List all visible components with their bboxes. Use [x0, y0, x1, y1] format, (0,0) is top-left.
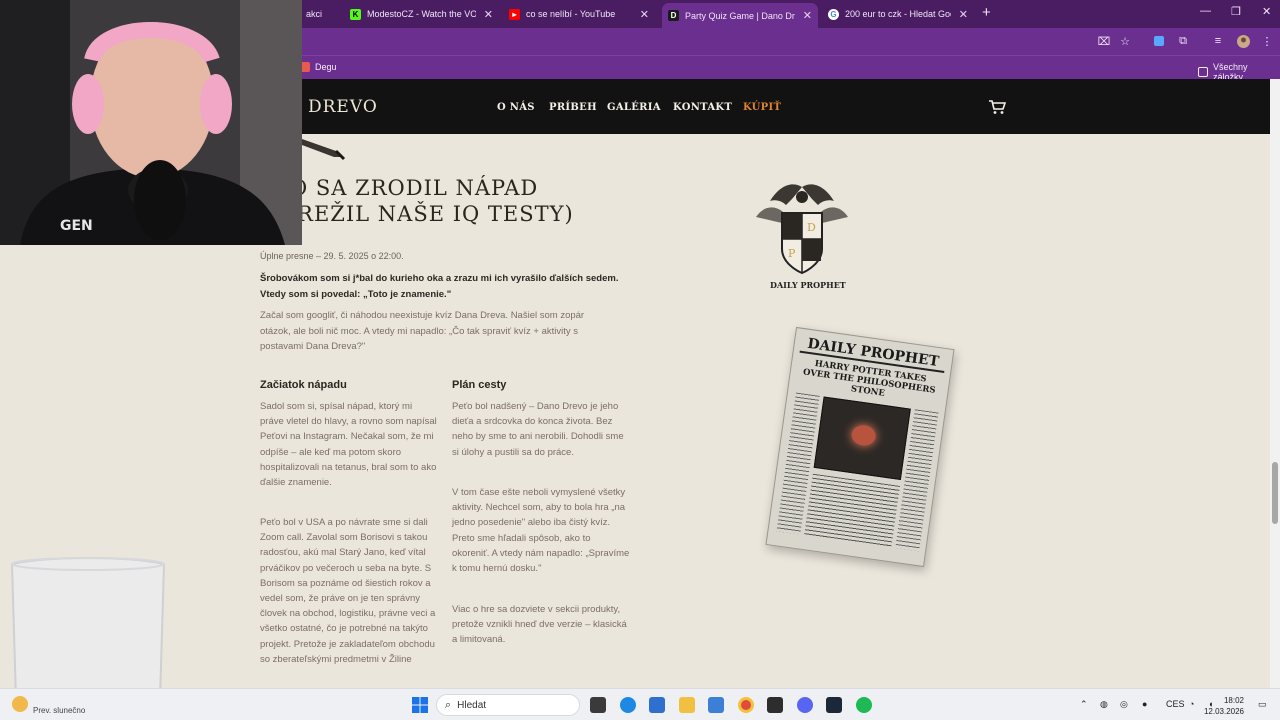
close-window-button[interactable]: ✕: [1262, 5, 1271, 18]
column-paragraph: Peťo bol v USA a po návrate sme si dali …: [260, 517, 436, 665]
tab-title: Party Quiz Game | Dano Drevo: [685, 10, 795, 21]
weather-sun-icon[interactable]: [12, 696, 28, 712]
steam-icon[interactable]: [826, 697, 842, 713]
column-paragraph: V tom čase ešte neboli vymyslené všetky …: [452, 487, 630, 575]
discord-icon[interactable]: [797, 697, 813, 713]
column-heading-zaciatok: Začiatok nápadu: [260, 379, 347, 391]
weather-text[interactable]: Prev. slunečno: [33, 706, 85, 715]
shirt-text: GEN: [60, 218, 93, 234]
close-icon[interactable]: ✕: [959, 8, 968, 21]
bookmark-star-icon[interactable]: ☆: [1118, 34, 1132, 48]
column-paragraph: Sadol som si, spísal nápad, ktorý mi prá…: [260, 401, 437, 489]
column-heading-plan: Plán cesty: [452, 379, 507, 391]
section-heading: O SA ZRODIL NÁPAD PREŽIL NAŠE IQ TESTY): [282, 175, 574, 227]
search-icon: ⌕: [445, 698, 452, 711]
photo-glow: [850, 423, 877, 447]
taskbar-search[interactable]: ⌕ Hledat: [436, 694, 580, 716]
extensions-puzzle-icon[interactable]: ⧉: [1176, 34, 1190, 48]
tab-title: co se nelíbí - YouTube: [526, 9, 616, 19]
bookmark-item[interactable]: Degu: [300, 62, 337, 72]
newspaper-photo: [813, 396, 911, 481]
daily-prophet-newspaper-image: DAILY PROPHET HARRY POTTER TAKES OVER TH…: [762, 326, 962, 568]
spotify-icon[interactable]: [856, 697, 872, 713]
nav-link-kupit[interactable]: KÚPIŤ: [743, 102, 781, 113]
site-icon: D: [668, 10, 679, 21]
microphone-icon[interactable]: ●: [1142, 699, 1147, 709]
page-scrollbar[interactable]: [1270, 79, 1280, 688]
newspaper-text-column: [804, 473, 900, 548]
folder-icon: [1198, 67, 1208, 77]
nav-link-o-nas[interactable]: O NÁS: [497, 102, 535, 113]
task-view-icon[interactable]: [590, 697, 606, 713]
story-intro: Začal som googliť, či náhodou neexistuje…: [260, 310, 585, 352]
close-icon[interactable]: ✕: [484, 8, 493, 21]
close-icon[interactable]: ✕: [803, 9, 812, 22]
wifi-icon[interactable]: ◔: [1189, 699, 1194, 709]
windows-taskbar: Prev. slunečno ⌕ Hledat ⌃ ◍ ◎ ● CES ◔ ◖ …: [0, 688, 1280, 720]
browser-tab[interactable]: G 200 eur to czk - Hledat Googlem ✕: [822, 3, 974, 25]
browser-tab[interactable]: akci: [300, 3, 336, 25]
crest-caption: DAILY PROPHET: [770, 280, 846, 290]
clock-date: 12.03.2026: [1203, 707, 1244, 716]
svg-text:P: P: [788, 247, 796, 260]
webcam-overlay: GEN: [0, 0, 302, 245]
search-placeholder: Hledat: [457, 699, 487, 711]
extension-icon[interactable]: [1152, 34, 1166, 48]
column-paragraph: Peťo bol nadšený – Dano Drevo je jeho di…: [452, 401, 624, 458]
file-explorer-icon[interactable]: [679, 697, 695, 713]
tray-overflow-icon[interactable]: ⌃: [1080, 699, 1088, 710]
pen-illustration: [302, 139, 346, 161]
browser-tab[interactable]: K ModestoCZ - Watch the VOD o ✕: [344, 3, 499, 25]
newspaper-sheet: DAILY PROPHET HARRY POTTER TAKES OVER TH…: [765, 326, 955, 568]
google-icon: G: [828, 8, 839, 20]
translate-icon[interactable]: ⌧: [1097, 34, 1111, 48]
nav-link-galeria[interactable]: GALÉRIA: [607, 102, 661, 113]
clock-time: 18:02: [1223, 696, 1244, 705]
story-lead: Šrobovákom som si j*bal do kurieho oka a…: [260, 273, 619, 300]
restore-button[interactable]: ❐: [1231, 5, 1241, 18]
column-paragraph: Viac o hre sa dozviete v sekcii produkty…: [452, 604, 627, 646]
cart-icon[interactable]: [988, 99, 1006, 115]
svg-text:D: D: [807, 221, 816, 234]
browser-tab-active[interactable]: D Party Quiz Game | Dano Drevo ✕: [662, 3, 818, 28]
tab-title: 200 eur to czk - Hledat Googlem: [845, 9, 951, 19]
edge-icon[interactable]: [620, 697, 636, 713]
browser-tab[interactable]: ▸ co se nelíbí - YouTube ✕: [503, 3, 655, 25]
close-icon[interactable]: ✕: [640, 8, 649, 21]
taskbar-clock[interactable]: 18:02 12.03.2026: [1200, 695, 1244, 717]
kick-icon: K: [350, 8, 361, 20]
youtube-icon: ▸: [509, 8, 520, 20]
windows-start-icon[interactable]: [412, 697, 428, 713]
heading-line-1: O SA ZRODIL NÁPAD: [290, 176, 539, 200]
profile-avatar-icon[interactable]: [1236, 34, 1250, 48]
streamer-video: [0, 0, 302, 245]
tab-title: akci: [306, 9, 323, 19]
chrome-icon[interactable]: [738, 697, 754, 713]
notification-icon[interactable]: ▭: [1258, 699, 1267, 710]
story-date: Úplne presne – 29. 5. 2025 o 22:00.: [260, 251, 404, 261]
language-indicator[interactable]: CES: [1166, 699, 1185, 709]
tab-title: ModestoCZ - Watch the VOD o: [367, 9, 476, 19]
outlook-icon[interactable]: [708, 697, 724, 713]
media-control-icon[interactable]: ≡: [1211, 34, 1225, 48]
menu-kebab-icon[interactable]: ⋮: [1260, 34, 1274, 48]
store-icon[interactable]: [649, 697, 665, 713]
nav-link-pribeh[interactable]: PRÍBEH: [549, 102, 597, 113]
tray-app-icon[interactable]: ◍: [1100, 699, 1108, 710]
app-icon[interactable]: [767, 697, 783, 713]
tray-app-icon[interactable]: ◎: [1120, 699, 1128, 710]
bookmark-label: Degu: [315, 62, 337, 72]
heading-line-2: PREŽIL NAŠE IQ TESTY): [282, 202, 574, 226]
site-logo[interactable]: DREVO: [308, 97, 378, 117]
new-tab-button[interactable]: +: [982, 4, 991, 21]
minimize-button[interactable]: —: [1200, 5, 1211, 17]
scrollbar-thumb[interactable]: [1272, 462, 1278, 524]
nav-link-kontakt[interactable]: KONTAKT: [673, 102, 732, 113]
